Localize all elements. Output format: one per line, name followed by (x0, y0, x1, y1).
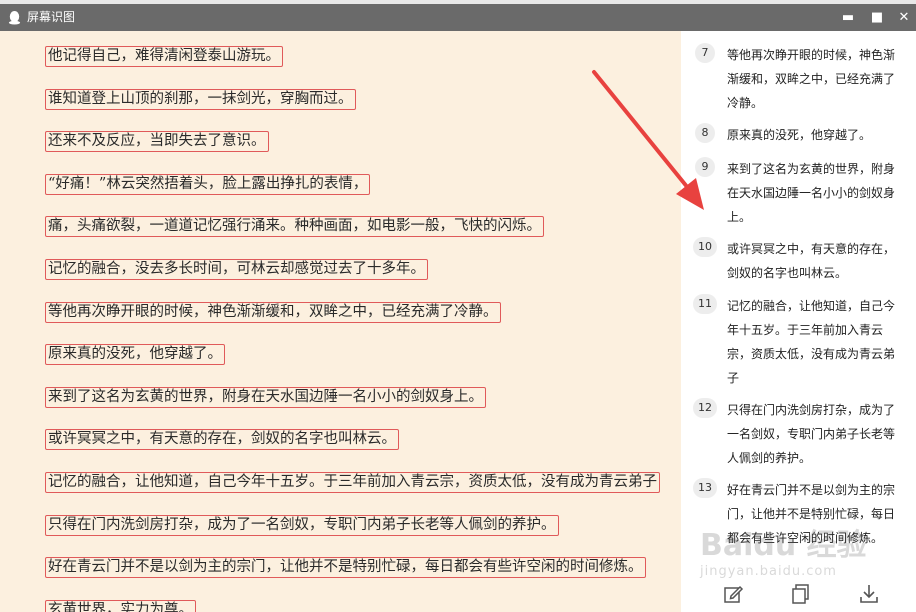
ocr-text-box: 谁知道登上山顶的刹那，一抹剑光，穿胸而过。 (45, 89, 356, 110)
download-icon[interactable] (857, 582, 881, 606)
ocr-text-box: 记忆的融合，让他知道，自己今年十五岁。于三年前加入青云宗，资质太低，没有成为青云… (45, 472, 660, 493)
paragraph-number-badge: 13 (693, 478, 717, 498)
ocr-text-box: 只得在门内洗剑房打杂，成为了一名剑奴，专职门内弟子长老等人佩剑的养护。 (45, 515, 559, 536)
ocr-text-box: 他记得自己，难得清闲登泰山游玩。 (45, 46, 283, 67)
minimize-button[interactable]: ▬ (837, 8, 859, 28)
paragraph-text: 来到了这名为玄黄的世界，附身在天水国边陲一名小小的剑奴身上。 (727, 162, 896, 224)
paragraph-text: 好在青云门并不是以剑为主的宗门，让他并不是特别忙碌，每日都会有些许空闲的时间修炼… (727, 483, 896, 545)
paragraph-text: 或许冥冥之中，有天意的存在，剑奴的名字也叫林云。 (727, 242, 896, 280)
close-button[interactable]: ✕ (893, 8, 915, 28)
ocr-text-box: 好在青云门并不是以剑为主的宗门，让他并不是特别忙碌，每日都会有些许空闲的时间修炼… (45, 557, 646, 578)
app-logo-icon (8, 10, 21, 25)
paragraph-number-badge: 12 (693, 398, 717, 418)
ocr-text-box: 还来不及反应，当即失去了意识。 (45, 131, 269, 152)
ocr-text-box: 等他再次睁开眼的时候，神色渐渐缓和，双眸之中，已经充满了冷静。 (45, 302, 501, 323)
ocr-text-box: 或许冥冥之中，有天意的存在，剑奴的名字也叫林云。 (45, 429, 399, 450)
ocr-text-box: “好痛！”林云突然捂着头，脸上露出挣扎的表情， (45, 174, 371, 195)
window-title: 屏幕识图 (27, 10, 76, 24)
ocr-text-box: 痛，头痛欲裂，一道道记忆强行涌来。种种画面，如电影一般，飞快的闪烁。 (45, 216, 544, 237)
ocr-text-box: 玄黄世界，实力为尊。 (45, 600, 196, 612)
red-annotation-arrow (592, 70, 704, 210)
ocr-text-box: 来到了这名为玄黄的世界，附身在天水国边陲一名小小的剑奴身上。 (45, 387, 486, 408)
image-preview-pane: 他记得自己，难得清闲登泰山游玩。谁知道登上山顶的刹那，一抹剑光，穿胸而过。 还来不… (0, 31, 681, 612)
ocr-text-box: 记忆的融合，没去多长时间，可林云却感觉过去了十多年。 (45, 259, 428, 280)
paragraph-text: 记忆的融合，让他知道，自己今年十五岁。于三年前加入青云宗，资质太低，没有成为青云… (727, 299, 896, 385)
ocr-text-box: 原来真的没死，他穿越了。 (45, 344, 225, 365)
result-toolbar (681, 576, 916, 612)
paragraph-text: 只得在门内洗剑房打杂，成为了一名剑奴，专职门内弟子长老等人佩剑的养护。 (727, 403, 896, 465)
paragraph-text: 原来真的没死，他穿越了。 (727, 128, 872, 142)
paragraph-text: 等他再次睁开眼的时候，神色渐渐缓和，双眸之中，已经充满了冷静。 (727, 48, 896, 110)
paragraph-number-badge: 11 (693, 294, 717, 314)
title-bar: 屏幕识图 ▬ ■ ✕ (0, 4, 916, 31)
copy-icon[interactable] (789, 582, 813, 606)
edit-icon[interactable] (721, 582, 745, 606)
paragraph-number-badge: 10 (693, 237, 717, 257)
maximize-button[interactable]: ■ (866, 8, 888, 28)
